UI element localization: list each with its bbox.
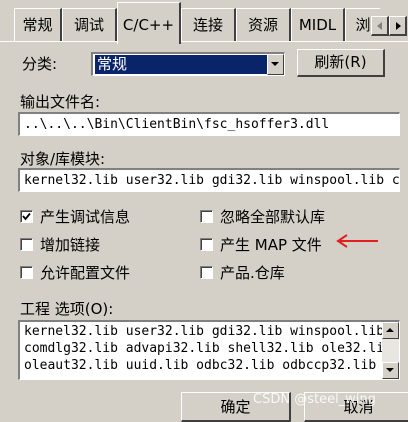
project-options-line: comdlg32.lib advapi32.lib shell32.lib ol…: [24, 341, 392, 356]
ignore-default-libs-label: 忽略全部默认库: [220, 208, 326, 226]
scroll-up-button[interactable]: [382, 322, 399, 339]
tab-scroll-left-button[interactable]: [371, 16, 389, 36]
tab-general[interactable]: 常规: [14, 8, 62, 41]
tab-strip: 常规 调试 C/C++ 连接 资源 MIDL 浏: [0, 0, 408, 44]
category-dropdown-button[interactable]: [267, 54, 284, 75]
product-repository-checkbox[interactable]: [200, 266, 213, 279]
category-label: 分类:: [22, 55, 58, 73]
refresh-button[interactable]: 刷新(R): [297, 49, 385, 77]
tab-link[interactable]: 连接: [181, 8, 236, 41]
generate-debug-info-checkbox[interactable]: [20, 210, 33, 223]
project-options-line: oleaut32.lib uuid.lib odbc32.lib odbccp3…: [24, 358, 399, 373]
output-file-input[interactable]: ..\..\..\Bin\ClientBin\fsc_hsoffer3.dll: [18, 112, 400, 136]
arrow-left-annotation-icon: [336, 234, 378, 248]
chevron-down-icon: [271, 62, 279, 66]
chevron-down-icon: [386, 368, 394, 372]
object-modules-label: 对象/库模块:: [20, 150, 106, 168]
object-modules-input[interactable]: kernel32.lib user32.lib gdi32.lib winspo…: [18, 168, 400, 192]
generate-map-file-label: 产生 MAP 文件: [220, 236, 322, 254]
project-options-line: kernel32.lib user32.lib gdi32.lib winspo…: [24, 324, 385, 339]
chevron-up-icon: [386, 328, 394, 332]
chevron-left-icon: [377, 22, 382, 30]
product-repository-label: 产品.仓库: [220, 264, 285, 282]
panel-border: [0, 41, 408, 42]
incremental-link-label: 增加链接: [40, 236, 101, 254]
tab-scroll-right-button[interactable]: [389, 16, 407, 36]
enable-profiling-checkbox[interactable]: [20, 266, 33, 279]
chevron-right-icon: [396, 22, 401, 30]
scroll-down-button[interactable]: [382, 362, 399, 379]
incremental-link-checkbox[interactable]: [20, 238, 33, 251]
generate-debug-info-label: 产生调试信息: [40, 208, 131, 226]
watermark: CSDN @steel_wing: [253, 392, 376, 407]
tab-cpp[interactable]: C/C++: [117, 2, 181, 44]
vertical-scrollbar[interactable]: [382, 322, 399, 379]
tab-debug[interactable]: 调试: [62, 8, 117, 41]
generate-map-file-checkbox[interactable]: [200, 238, 213, 251]
output-file-label: 输出文件名:: [20, 93, 101, 111]
tab-resources[interactable]: 资源: [236, 8, 291, 41]
checkmark-icon: [22, 212, 31, 221]
ignore-default-libs-checkbox[interactable]: [200, 210, 213, 223]
enable-profiling-label: 允许配置文件: [40, 264, 131, 282]
project-options-textarea[interactable]: kernel32.lib user32.lib gdi32.lib winspo…: [18, 320, 400, 380]
category-selected-value: 常规: [95, 55, 267, 74]
project-options-label: 工程 选项(O):: [20, 300, 114, 318]
tab-midl[interactable]: MIDL: [291, 8, 345, 41]
category-select[interactable]: 常规: [91, 52, 285, 76]
